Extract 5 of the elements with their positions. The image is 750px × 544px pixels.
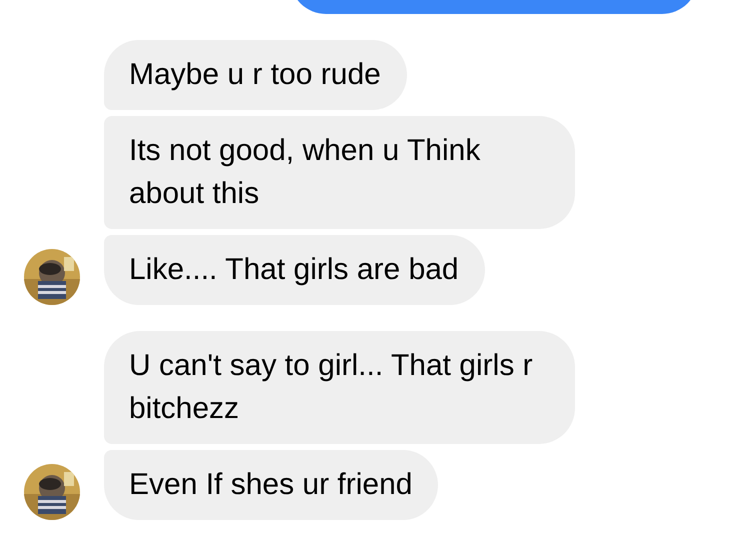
message-bubble: Like.... That girls are bad [104,235,485,305]
message-bubble: Its not good, when u Think about this [104,116,575,229]
message-bubble: Even If shes ur friend [104,450,438,520]
message-bubble: Maybe u r too rude [104,40,407,110]
message-bubble: U can't say to girl... That girls r bitchezz [104,331,575,444]
